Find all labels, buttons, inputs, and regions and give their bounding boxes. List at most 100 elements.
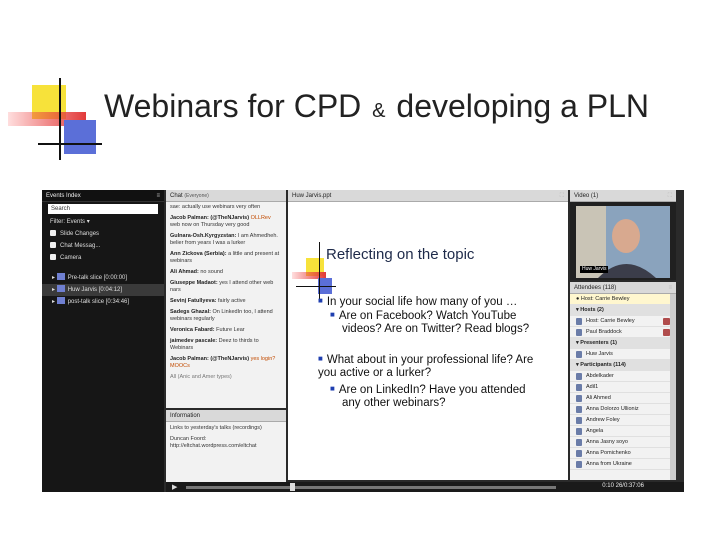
chat-header: Chat (Everyone) <box>166 190 286 202</box>
chat-message: Sadegs Ghazal: On LinkedIn too, I attend… <box>170 309 273 322</box>
filter-dropdown[interactable]: Filter: Events ▾ <box>42 216 164 228</box>
expand-arrow-icon: ▸ <box>52 299 56 305</box>
slide-title: Webinars for CPD & developing a PLN <box>104 88 650 124</box>
events-index-pod: Events Index ≡ Search Filter: Events ▾ Sl… <box>42 190 164 492</box>
host-status-icon <box>663 318 670 325</box>
chevron-down-icon: ▾ <box>86 219 90 225</box>
play-icon[interactable]: ▶ <box>172 483 177 491</box>
avatar <box>576 384 582 391</box>
deco-vertical-line <box>59 78 61 160</box>
slide-icon <box>56 273 65 280</box>
video-pod: Video (1) ⛶ Huw Jarvis <box>570 190 676 280</box>
info-url[interactable]: http://eltchat.wordpress.com/eltchat <box>170 443 282 450</box>
attendee-row[interactable]: Anna Pomichenko <box>570 448 676 459</box>
attendee-row[interactable]: Anna Jasny soyo <box>570 437 676 448</box>
deco-vertical-line <box>319 242 320 302</box>
avatar <box>576 329 582 336</box>
events-search-input[interactable]: Search <box>48 204 158 214</box>
chat-message: Ali Ahmad: no sound <box>170 269 223 275</box>
attendee-row[interactable]: Ali Ahmed <box>570 393 676 404</box>
checkbox-icon <box>50 242 56 248</box>
chat-message: Sevinj Fatullyeva: fairly active <box>170 298 246 304</box>
attendee-row[interactable]: Angela <box>570 426 676 437</box>
chat-message: Giuseppe Madaot: yes I attend other web … <box>170 280 274 293</box>
attendee-row[interactable]: Huw Jarvis <box>570 349 676 360</box>
attendees-scrollbar[interactable] <box>670 294 676 480</box>
info-author: Duncan Foord: <box>170 436 207 442</box>
video-header: Video (1) ⛶ <box>570 190 676 202</box>
avatar <box>576 450 582 457</box>
chat-message: Jacob Palman: (@TheNJarvis) OLLRev web n… <box>170 215 271 228</box>
attendees-group-hosts[interactable]: ▾ Hosts (2) <box>570 305 676 316</box>
attendee-row[interactable]: Adil1 <box>570 382 676 393</box>
recordings-link[interactable]: Links to yesterday's talks (recordings) <box>170 425 282 432</box>
playback-timer: 0:10 26/0:37:06 <box>602 483 644 489</box>
shared-slide: Reflecting on the topic ■ In your social … <box>288 202 568 480</box>
bullet-line: any other webinars? <box>342 397 446 409</box>
information-pod: Information Links to yesterday's talks (… <box>166 410 286 484</box>
bullet-line: ■ Are on Facebook? Watch YouTube <box>330 310 517 322</box>
chat-message: Jacob Palman: (@TheNJarvis) yes login? M… <box>170 356 276 369</box>
attendee-row[interactable]: Abdelkader <box>570 371 676 382</box>
slide-icon <box>56 297 65 304</box>
presentation-slide: Webinars for CPD & developing a PLN Even… <box>0 0 720 540</box>
attendee-row[interactable]: Paul Braddock <box>570 327 676 338</box>
avatar <box>576 373 582 380</box>
attendee-row[interactable]: Andrew Foley <box>570 415 676 426</box>
attendees-pod: Attendees (118) ≡ ● Host: Carrie Bewley ▾… <box>570 282 676 480</box>
chat-message: All (Anic and Amer types) <box>170 374 232 380</box>
avatar <box>576 351 582 358</box>
chevron-down-icon: ▾ <box>576 340 579 346</box>
share-header: Huw Jarvis.ppt ⛶ <box>288 190 568 202</box>
slide-icon <box>56 285 65 292</box>
pod-menu-icon[interactable]: ≡ <box>668 282 672 294</box>
webinar-screenshot: Events Index ≡ Search Filter: Events ▾ Sl… <box>42 190 684 492</box>
chat-message: jaimedev pascale: Deez to thirds to Webi… <box>170 338 259 351</box>
bullet-line: ■ Are on LinkedIn? Have you attended <box>330 384 526 396</box>
avatar <box>576 461 582 468</box>
attendees-group-presenters[interactable]: ▾ Presenters (1) <box>570 338 676 349</box>
events-index-header: Events Index ≡ <box>42 190 164 202</box>
playback-scrubber[interactable] <box>290 483 295 491</box>
presenter-name-label: Huw Jarvis <box>580 266 609 273</box>
share-pod: Huw Jarvis.ppt ⛶ Reflecting on the topic … <box>288 190 568 480</box>
segment-post-talk[interactable]: ▸ post-talk slice [0:34:46] <box>42 296 164 308</box>
deco-horizontal-line <box>296 286 336 287</box>
chat-pod: Chat (Everyone) sae: actually use webina… <box>166 190 286 408</box>
checkbox-slide-changes[interactable]: Slide Changes <box>42 228 164 240</box>
information-header: Information <box>166 410 286 422</box>
avatar <box>576 439 582 446</box>
chat-message: Veronica Fabard: Future Lear <box>170 327 245 333</box>
deco-horizontal-line <box>38 143 102 145</box>
pod-menu-icon[interactable]: ≡ <box>156 190 160 202</box>
avatar <box>576 428 582 435</box>
host-status-icon <box>663 329 670 336</box>
chat-message: Ann Zickova (Serbia): a little and prese… <box>170 251 280 264</box>
attendee-host-status: ● Host: Carrie Bewley <box>570 294 676 305</box>
bullet-line: you active or a lurker? <box>318 367 432 379</box>
checkbox-icon <box>50 254 56 260</box>
expand-arrow-icon: ▸ <box>52 275 56 281</box>
bullet-line: ■ In your social life how many of you … <box>318 296 518 308</box>
expand-arrow-icon: ▸ <box>52 287 56 293</box>
chevron-down-icon: ▾ <box>576 307 579 313</box>
avatar <box>576 395 582 402</box>
attendee-row[interactable]: Anna Dolorzo Ullioniz <box>570 404 676 415</box>
bullet-line: ■ What about in your professional life? A… <box>318 354 534 366</box>
segment-pre-talk[interactable]: ▸ Pre-talk slice [0:00:00] <box>42 272 164 284</box>
attendee-row[interactable]: Anna from Ukraine <box>570 459 676 470</box>
avatar <box>576 318 582 325</box>
attendees-group-participants[interactable]: ▾ Participants (114) <box>570 360 676 371</box>
chat-message: sae: actually use webinars very often <box>170 204 261 210</box>
chevron-down-icon: ▾ <box>576 362 579 368</box>
user-icon: ● <box>576 296 580 302</box>
fullscreen-icon[interactable]: ⛶ <box>560 190 564 202</box>
avatar <box>576 417 582 424</box>
segment-huw-jarvis[interactable]: ▸ Huw Jarvis [0:04:12] <box>42 284 164 296</box>
attendee-row[interactable]: Host: Carrie Bewley <box>570 316 676 327</box>
checkbox-chat-messages[interactable]: Chat Messag... <box>42 240 164 252</box>
fullscreen-icon[interactable]: ⛶ <box>668 190 672 202</box>
playback-track[interactable] <box>186 486 556 489</box>
checkbox-camera[interactable]: Camera <box>42 252 164 264</box>
checkbox-icon <box>50 230 56 236</box>
